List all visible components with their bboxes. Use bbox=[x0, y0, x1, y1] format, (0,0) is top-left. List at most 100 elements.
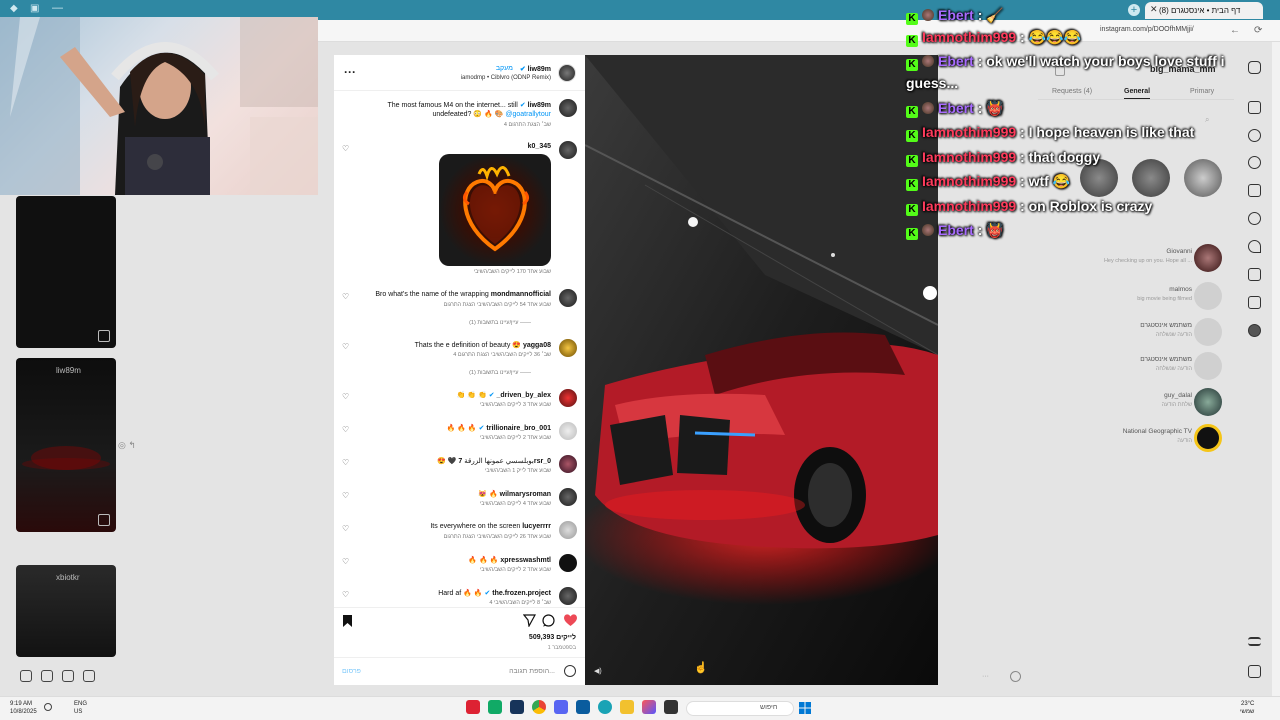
follow-button[interactable]: מעקב bbox=[496, 65, 513, 72]
file-explorer-icon[interactable] bbox=[620, 700, 634, 714]
reel-thumbnail[interactable] bbox=[16, 196, 116, 348]
notifications-icon[interactable] bbox=[1248, 240, 1261, 253]
comment-user[interactable]: _driven_by_alex bbox=[497, 392, 551, 399]
gallery-icon[interactable] bbox=[41, 670, 53, 682]
dm-thread[interactable]: guy_dalal שלחת הודעה bbox=[1040, 388, 1230, 418]
comment-like-icon[interactable]: ♡ bbox=[342, 590, 349, 599]
more-options-button[interactable]: ··· bbox=[344, 65, 356, 79]
avatar[interactable] bbox=[559, 289, 577, 307]
weather-widget[interactable]: 23°C שמשי bbox=[1240, 700, 1254, 716]
app-icon[interactable] bbox=[576, 700, 590, 714]
discord-icon[interactable] bbox=[554, 700, 568, 714]
messages-icon[interactable] bbox=[1248, 212, 1261, 225]
comment-like-icon[interactable]: ♡ bbox=[342, 458, 349, 467]
view-replies-button[interactable]: עיין/עיינו בתשובות (1) —— bbox=[469, 320, 531, 326]
likes-count[interactable]: 509,393 לייקים bbox=[529, 634, 576, 641]
avatar[interactable] bbox=[559, 422, 577, 440]
avatar[interactable] bbox=[559, 521, 577, 539]
windows-start-icon[interactable] bbox=[799, 702, 811, 714]
avatar[interactable] bbox=[559, 339, 577, 357]
comment-like-icon[interactable]: ♡ bbox=[342, 292, 349, 301]
dm-thread[interactable]: משתמש אינסטגרם הודעה שנשלחה bbox=[1040, 318, 1230, 348]
avatar[interactable] bbox=[559, 141, 577, 159]
mute-icon[interactable]: ◀) bbox=[594, 667, 602, 675]
avatar[interactable] bbox=[559, 554, 577, 572]
heart-outline-icon[interactable] bbox=[20, 670, 32, 682]
threads-icon[interactable] bbox=[1248, 665, 1261, 678]
avatar[interactable] bbox=[559, 389, 577, 407]
minimize-icon[interactable]: — bbox=[52, 2, 64, 14]
comment-user[interactable]: trillionaire_bro_001 bbox=[486, 425, 551, 432]
dm-thread[interactable]: משתמש אינסטגרם הודעה שנשלחה bbox=[1040, 352, 1230, 382]
comment-like-icon[interactable]: ♡ bbox=[342, 557, 349, 566]
search-icon[interactable] bbox=[1248, 129, 1261, 142]
share-icon[interactable] bbox=[523, 614, 536, 627]
avatar[interactable] bbox=[559, 488, 577, 506]
comment-item: ♡ Bro what's the name of the wrapping mo… bbox=[334, 289, 585, 337]
publish-button[interactable]: פרסום bbox=[342, 668, 361, 675]
reel-thumbnail[interactable]: liw89m bbox=[16, 358, 116, 532]
create-icon[interactable] bbox=[1248, 268, 1261, 281]
comment-like-icon[interactable]: ♡ bbox=[342, 144, 349, 153]
post-media[interactable] bbox=[585, 55, 938, 685]
steam-icon[interactable] bbox=[510, 700, 524, 714]
image-icon[interactable] bbox=[62, 670, 74, 682]
chrome-icon[interactable] bbox=[532, 700, 546, 714]
chat-username: Iamnothim999 bbox=[922, 124, 1017, 140]
edge-icon[interactable] bbox=[598, 700, 612, 714]
dashboard-icon[interactable] bbox=[1248, 296, 1261, 309]
taskbar-search[interactable] bbox=[686, 701, 794, 716]
comment-input[interactable]: הוספת תגובה... bbox=[509, 668, 555, 675]
view-replies-button[interactable]: עיין/עיינו בתשובות (1) —— bbox=[469, 370, 531, 376]
avatar[interactable] bbox=[558, 64, 576, 82]
microphone-icon[interactable] bbox=[83, 670, 95, 682]
comment-user[interactable]: lucyerrrr bbox=[522, 523, 551, 530]
menu-icon[interactable] bbox=[1248, 637, 1261, 646]
app-icon[interactable] bbox=[466, 700, 480, 714]
comment-user[interactable]: wilmarysroman bbox=[500, 491, 551, 498]
caption-tag[interactable]: @goatrallytour bbox=[505, 111, 551, 118]
app-icon[interactable] bbox=[642, 700, 656, 714]
wifi-icon[interactable] bbox=[44, 703, 52, 711]
comment-user[interactable]: mondmannofficial bbox=[491, 291, 551, 298]
app-icon[interactable] bbox=[488, 700, 502, 714]
dm-thread[interactable]: malmos big movie being filmed bbox=[1040, 282, 1230, 312]
profile-icon[interactable] bbox=[1248, 324, 1261, 337]
comment-like-icon[interactable]: ♡ bbox=[342, 491, 349, 500]
language-indicator[interactable]: ENG US bbox=[74, 700, 87, 716]
instagram-icon[interactable] bbox=[1248, 61, 1261, 74]
reels-icon[interactable] bbox=[1248, 184, 1261, 197]
dm-thread[interactable]: National Geographic TV הודעה bbox=[1040, 424, 1230, 454]
post-username[interactable]: ✔ liw89m bbox=[520, 65, 551, 73]
dm-thread[interactable]: Giovanni Hey checking up on you. Hope al… bbox=[1040, 244, 1230, 274]
comment-like-icon[interactable]: ♡ bbox=[342, 524, 349, 533]
taskbar-clock[interactable]: 9:19 AM 10/8/2025 bbox=[10, 700, 37, 716]
bookmark-icon[interactable] bbox=[343, 615, 352, 627]
reel-arrows-icon[interactable]: ◎ ↰ bbox=[118, 440, 136, 451]
window-menu-icon[interactable]: ◆ bbox=[10, 3, 22, 15]
comment-like-icon[interactable]: ♡ bbox=[342, 425, 349, 434]
scrollbar[interactable] bbox=[1272, 42, 1280, 696]
avatar[interactable] bbox=[559, 587, 577, 605]
caption-user[interactable]: liw89m bbox=[528, 102, 551, 109]
comment-user[interactable]: xpresswashmtl bbox=[500, 557, 551, 564]
heart-icon[interactable] bbox=[563, 613, 578, 627]
avatar[interactable] bbox=[559, 455, 577, 473]
back-icon[interactable]: ← bbox=[1230, 25, 1240, 36]
avatar[interactable] bbox=[559, 99, 577, 117]
comment-like-icon[interactable]: ♡ bbox=[342, 392, 349, 401]
comment-like-icon[interactable]: ♡ bbox=[342, 342, 349, 351]
emoji-icon[interactable] bbox=[1010, 671, 1021, 682]
comment-icon[interactable] bbox=[542, 614, 555, 627]
comment-user[interactable]: k0_345 bbox=[528, 143, 551, 150]
emoji-icon[interactable] bbox=[564, 665, 576, 677]
home-icon[interactable] bbox=[1248, 101, 1261, 114]
comment-user[interactable]: yagga08 bbox=[523, 342, 551, 349]
app-icon[interactable] bbox=[664, 700, 678, 714]
audio-track[interactable]: iamodmp • Ciblvro (ODNP Remix) bbox=[461, 75, 551, 81]
comment-user[interactable]: the.frozen.project bbox=[492, 590, 551, 597]
profile-icon[interactable]: ▣ bbox=[30, 3, 42, 15]
reel-thumbnail[interactable]: xbiotkr bbox=[16, 565, 116, 657]
reload-icon[interactable]: ⟳ bbox=[1254, 25, 1262, 36]
explore-icon[interactable] bbox=[1248, 156, 1261, 169]
